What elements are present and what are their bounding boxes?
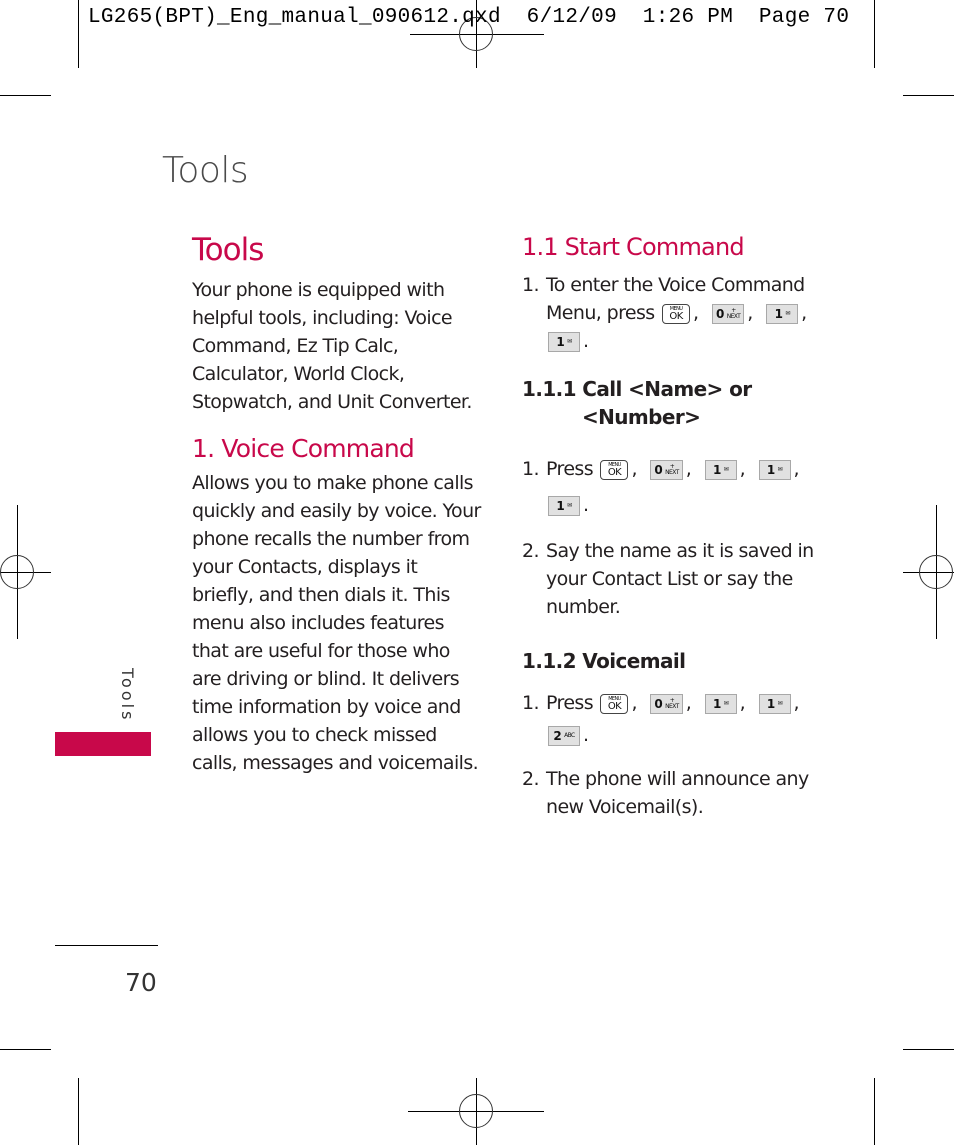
- envelope-icon: ✉: [785, 309, 790, 317]
- one-voicemail-key: 1 ✉: [548, 495, 580, 516]
- side-tab-marker: [55, 732, 151, 756]
- envelope-icon: ✉: [567, 501, 572, 509]
- call-step-1: 1. Press MENU OK, 0 + NEXT, 1 ✉, 1 ✉, 1 ✉.: [522, 458, 800, 516]
- menu-ok-key: MENU OK: [600, 459, 629, 480]
- one-voicemail-key: 1 ✉: [704, 459, 737, 480]
- one-voicemail-key: 1 ✉: [766, 303, 799, 324]
- registration-mark: [459, 1094, 493, 1128]
- envelope-icon: ✉: [723, 699, 729, 707]
- registration-mark: [0, 555, 34, 589]
- section-heading: 1. Voice Command: [192, 434, 415, 463]
- crop-mark: [78, 1078, 79, 1145]
- page-number: 70: [125, 968, 157, 997]
- voicemail-step-1: 1. Press MENU OK, 0 + NEXT, 1 ✉, 1 ✉, 2 ABC.: [522, 692, 800, 746]
- running-title: Tools: [162, 150, 249, 191]
- crop-mark: [874, 1078, 875, 1145]
- crop-mark: [0, 95, 51, 96]
- zero-next-key: 0 + NEXT: [650, 459, 683, 480]
- one-voicemail-key: 1 ✉: [758, 459, 791, 480]
- page-heading: Tools: [192, 232, 264, 268]
- start-step-1: 1. To enter the Voice Command Menu, pres…: [522, 271, 822, 355]
- crop-mark: [0, 1049, 51, 1050]
- one-voicemail-key: 1 ✉: [758, 693, 791, 714]
- voicemail-heading: 1.1.2 Voicemail: [522, 649, 686, 673]
- one-voicemail-key: 1 ✉: [704, 693, 737, 714]
- registration-mark: [919, 555, 953, 589]
- right-column: 1.1 Start Command 1. To enter the Voice …: [522, 233, 822, 821]
- side-tab-label: Tools: [118, 668, 137, 723]
- left-column: Tools Your phone is equipped with helpfu…: [192, 232, 482, 777]
- envelope-icon: ✉: [723, 465, 729, 473]
- subsection-heading: 1.1 Start Command: [522, 233, 745, 261]
- footer-rule: [55, 945, 158, 946]
- step-number: 1.: [522, 274, 540, 296]
- zero-next-key: 0 + NEXT: [711, 303, 745, 324]
- two-abc-key: 2 ABC: [548, 725, 580, 746]
- envelope-icon: ✉: [567, 337, 572, 345]
- print-slug: LG265(BPT)_Eng_manual_090612.qxd 6/12/09…: [88, 6, 850, 29]
- crop-mark: [78, 0, 79, 68]
- voicemail-step-2: 2. The phone will announce any new Voice…: [522, 768, 809, 818]
- crop-mark: [874, 0, 875, 68]
- crop-mark: [903, 1049, 954, 1050]
- menu-ok-key: MENU OK: [600, 693, 629, 714]
- section-paragraph: Allows you to make phone calls quickly a…: [192, 472, 481, 774]
- envelope-icon: ✉: [777, 699, 783, 707]
- zero-next-key: 0 + NEXT: [650, 693, 683, 714]
- one-voicemail-key: 1 ✉: [548, 331, 580, 352]
- intro-paragraph: Your phone is equipped with helpful tool…: [192, 279, 472, 413]
- menu-ok-key: MENU OK: [662, 303, 691, 324]
- call-step-2: 2. Say the name as it is saved in your C…: [522, 540, 814, 618]
- crop-mark: [903, 95, 954, 96]
- envelope-icon: ✉: [777, 465, 783, 473]
- call-heading: 1.1.1 Call <Name> or <Number>: [522, 377, 752, 429]
